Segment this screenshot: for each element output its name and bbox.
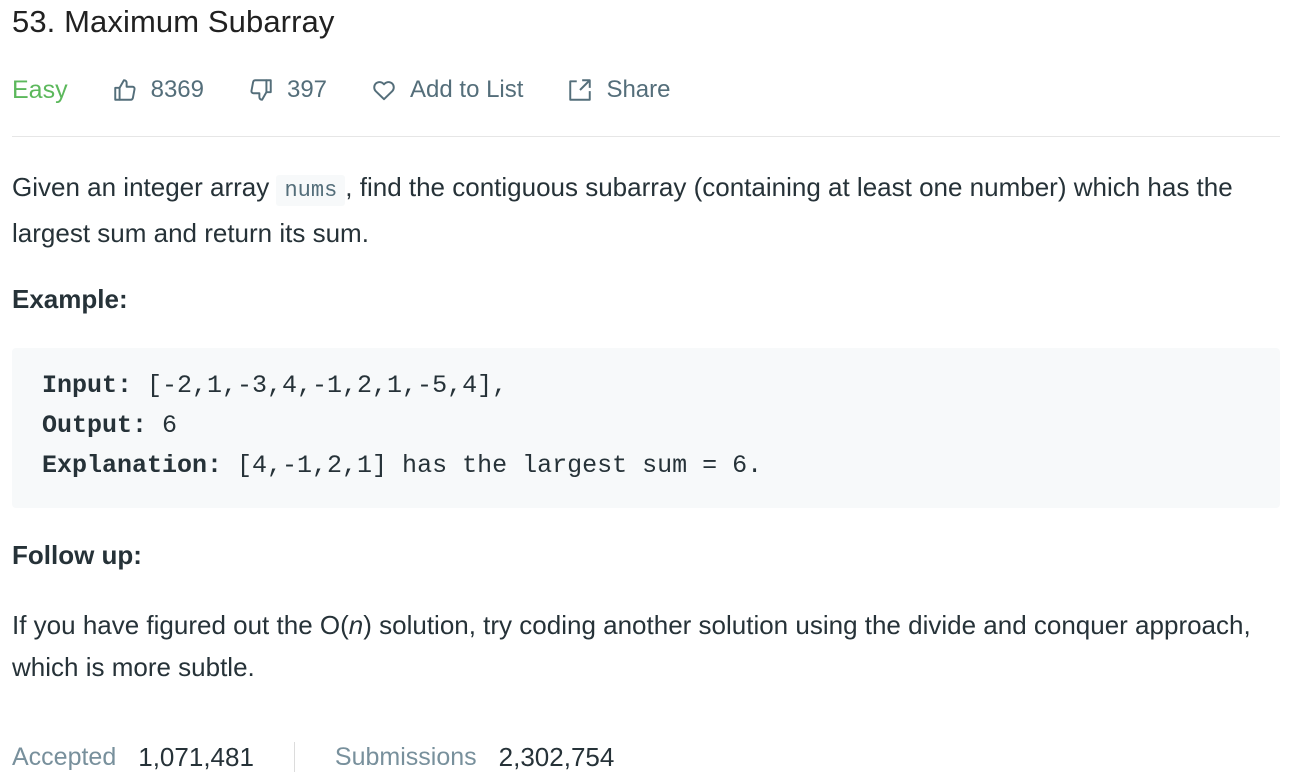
problem-meta-bar: Easy 8369 397 Add to List Share [12,72,714,108]
accepted-count: 1,071,481 [138,741,254,772]
inline-code-nums: nums [276,175,346,206]
output-label: Output: [42,411,148,440]
share-button[interactable]: Share [567,76,670,104]
like-button[interactable]: 8369 [112,76,204,104]
example-heading: Example: [12,284,128,314]
input-value: [-2,1,-3,4,-1,2,1,-5,4], [132,371,508,400]
stats-divider [293,742,295,772]
accepted-label: Accepted [12,742,117,771]
difficulty-badge: Easy [12,75,68,104]
thumbs-up-icon [113,79,136,101]
dislike-count: 397 [286,76,328,103]
problem-title: 53. Maximum Subarray [12,4,335,39]
output-value: 6 [147,411,178,440]
followup-text: If you have figured out the O(n) solutio… [12,604,1280,688]
submissions-count: 2,302,754 [498,741,615,772]
share-icon [569,79,592,101]
big-o-variable: n [348,610,364,640]
dislike-button[interactable]: 397 [248,76,327,104]
like-count: 8369 [150,76,204,103]
submission-stats: Accepted 1,071,481 Submissions 2,302,754 [12,738,614,776]
submissions-label: Submissions [334,742,477,771]
share-label: Share [606,76,671,103]
explanation-value: [4,-1,2,1] has the largest sum = 6. [222,451,763,480]
header-divider [12,136,1280,137]
thumbs-down-icon [250,79,272,101]
problem-description: Given an integer array nums, find the co… [12,166,1280,254]
followup-heading: Follow up: [12,540,142,570]
add-to-list-label: Add to List [410,76,524,103]
example-code-block: Input: [-2,1,-3,4,-1,2,1,-5,4], Output: … [12,348,1280,508]
description-text-1: Given an integer array [12,172,277,202]
input-label: Input: [42,371,133,400]
add-to-list-button[interactable]: Add to List [371,76,523,104]
explanation-label: Explanation: [42,451,223,480]
heart-icon [373,81,395,101]
followup-text-1: If you have figured out the O( [12,610,349,640]
